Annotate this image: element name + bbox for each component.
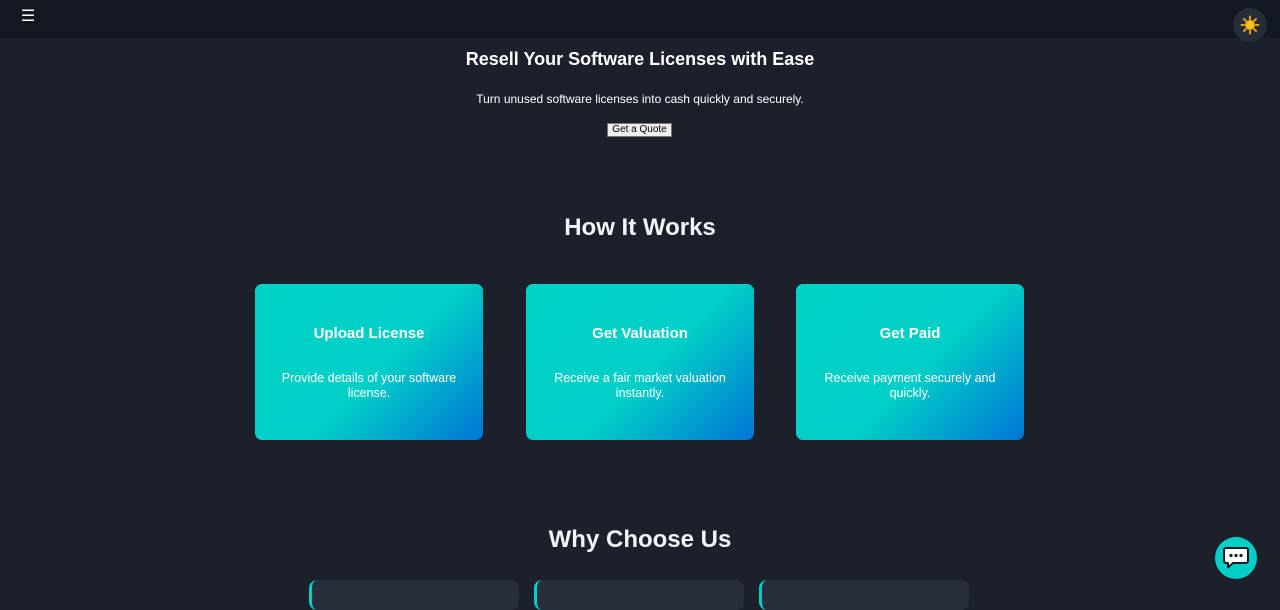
step-card-get-paid: Get Paid Receive payment securely and qu…: [796, 284, 1024, 440]
step-card-description: Receive payment securely and quickly.: [824, 371, 996, 400]
step-card-title: Get Paid: [879, 325, 941, 342]
step-card-title: Upload License: [313, 325, 425, 342]
step-card-get-valuation: Get Valuation Receive a fair market valu…: [526, 284, 754, 440]
hero-title: Resell Your Software Licenses with Ease: [465, 49, 815, 69]
feature-card: [759, 580, 969, 610]
why-choose-us-heading: Why Choose Us: [548, 526, 732, 553]
how-it-works-heading: How It Works: [564, 214, 716, 241]
feature-card: [534, 580, 744, 610]
theme-toggle-button[interactable]: [1233, 8, 1267, 42]
get-a-quote-button[interactable]: Get a Quote: [607, 123, 672, 137]
feature-card: [309, 580, 519, 610]
sun-icon: [1240, 15, 1260, 35]
top-navigation-bar: ☰: [0, 0, 1280, 42]
step-card-upload-license: Upload License Provide details of your s…: [255, 284, 483, 440]
chat-bubble-icon: [1223, 547, 1249, 569]
step-card-description: Receive a fair market valuation instantl…: [554, 371, 726, 400]
chat-button[interactable]: [1215, 537, 1257, 579]
hamburger-menu-icon[interactable]: ☰: [20, 7, 36, 27]
step-card-title: Get Valuation: [592, 325, 688, 342]
step-card-description: Provide details of your software license…: [281, 371, 457, 400]
hero-subtitle: Turn unused software licenses into cash …: [476, 92, 804, 106]
